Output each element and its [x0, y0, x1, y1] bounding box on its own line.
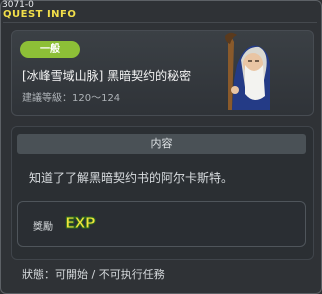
exp-reward-icon: EXP	[65, 214, 97, 233]
reward-label: 獎勵	[33, 222, 53, 233]
recommended-level: 建議等級：120～124	[22, 93, 121, 104]
quest-category-badge: 一般	[20, 41, 80, 58]
title-divider	[3, 22, 317, 23]
quest-status: 狀態：可開始 / 不可执行任務	[22, 268, 165, 281]
window-title: QUEST INFO	[3, 9, 77, 20]
reward-panel	[17, 201, 306, 247]
quest-description: 知道了了解黑暗契约书的阿尔卡斯特。	[29, 171, 234, 185]
content-header: 内容	[17, 134, 306, 154]
quest-name: [冰峰雪域山脉] 黑暗契约的秘密	[22, 69, 192, 83]
old-wizard-portrait-icon	[214, 30, 276, 112]
